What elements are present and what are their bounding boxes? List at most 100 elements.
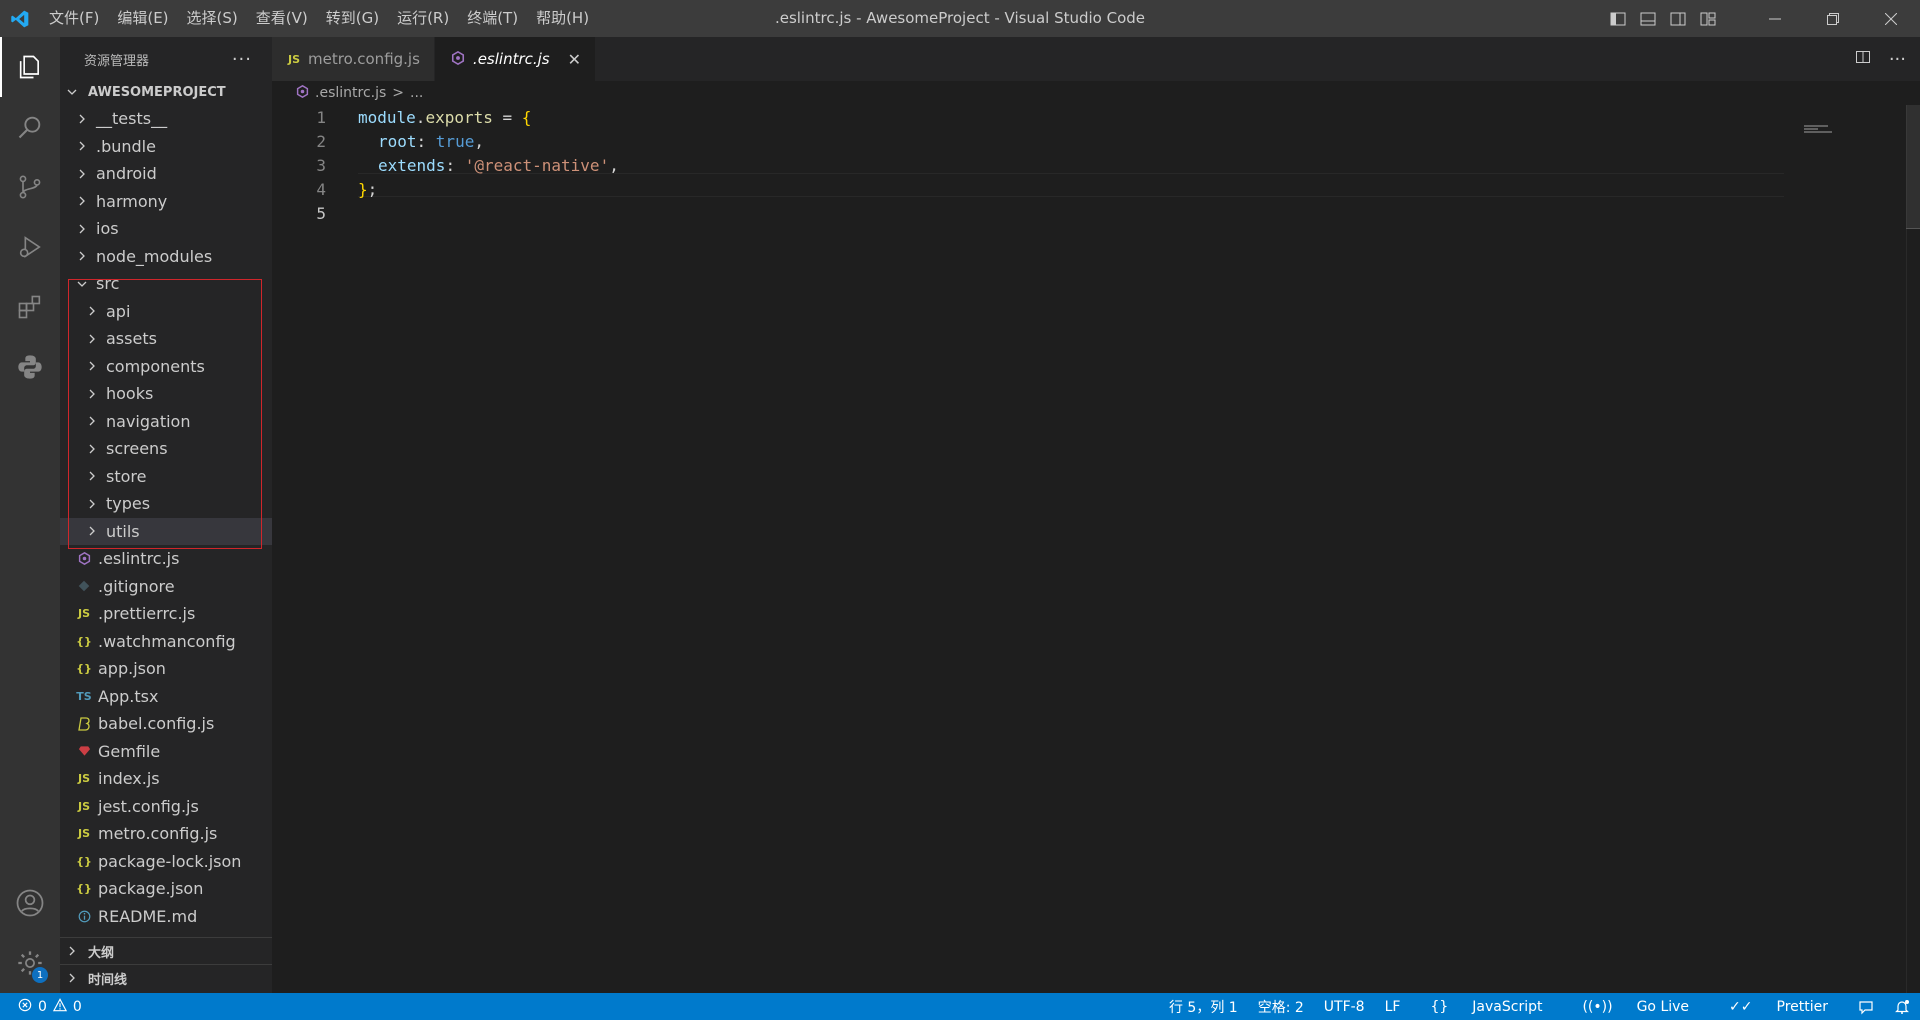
tree-folder[interactable]: components	[60, 353, 272, 381]
menu-terminal[interactable]: 终端(T)	[458, 0, 527, 37]
activity-bar: 1	[0, 37, 60, 993]
tree-folder[interactable]: navigation	[60, 408, 272, 436]
tree-file[interactable]: JS jest.config.js	[60, 793, 272, 821]
close-tab-icon[interactable]: ✕	[568, 50, 581, 69]
editor-tabs: JS metro.config.js .eslintrc.js ✕ ···	[272, 37, 1920, 81]
tree-file[interactable]: JS metro.config.js	[60, 820, 272, 848]
tree-folder[interactable]: android	[60, 160, 272, 188]
python-icon[interactable]	[0, 337, 60, 397]
chevron-right-icon	[74, 248, 90, 264]
encoding[interactable]: UTF-8	[1314, 999, 1375, 1015]
vscode-logo-icon	[0, 0, 40, 37]
minimize-button[interactable]	[1746, 0, 1804, 37]
tree-file[interactable]: JS index.js	[60, 765, 272, 793]
manage-gear-icon[interactable]: 1	[0, 933, 60, 993]
menu-selection[interactable]: 选择(S)	[178, 0, 247, 37]
tree-file[interactable]: {} package.json	[60, 875, 272, 903]
json-icon: {}	[76, 662, 92, 676]
menu-go[interactable]: 转到(G)	[317, 0, 388, 37]
run-debug-icon[interactable]	[0, 217, 60, 277]
chevron-down-icon	[74, 276, 90, 292]
close-window-button[interactable]	[1862, 0, 1920, 37]
minimap[interactable]	[1784, 105, 1920, 165]
more-actions-icon[interactable]: ···	[1889, 49, 1906, 70]
explorer-icon[interactable]	[0, 37, 60, 97]
tree-folder[interactable]: assets	[60, 325, 272, 353]
tree-item-label: index.js	[98, 769, 160, 789]
chevron-right-icon	[84, 468, 100, 484]
toggle-panel-icon[interactable]	[1640, 11, 1656, 27]
menu-edit[interactable]: 编辑(E)	[108, 0, 177, 37]
source-control-icon[interactable]	[0, 157, 60, 217]
toggle-primary-sidebar-icon[interactable]	[1610, 11, 1626, 27]
tree-file[interactable]: .eslintrc.js	[60, 545, 272, 573]
tree-file[interactable]: README.md	[60, 903, 272, 931]
chevron-right-icon	[66, 945, 82, 957]
search-icon[interactable]	[0, 97, 60, 157]
chevron-right-icon	[74, 111, 90, 127]
tree-item-label: __tests__	[96, 109, 168, 129]
customize-layout-icon[interactable]	[1700, 11, 1716, 27]
more-actions-icon[interactable]: ···	[232, 49, 252, 70]
tree-folder[interactable]: api	[60, 298, 272, 326]
tree-file[interactable]: {} app.json	[60, 655, 272, 683]
tree-folder[interactable]: .bundle	[60, 133, 272, 161]
tree-item-label: ios	[96, 219, 119, 239]
language-mode[interactable]: {} JavaScript	[1410, 999, 1562, 1015]
menu-run[interactable]: 运行(R)	[388, 0, 458, 37]
accounts-icon[interactable]	[0, 873, 60, 933]
line-number: 1	[316, 107, 326, 127]
tree-item-label: types	[106, 494, 151, 514]
tree-file[interactable]: .gitignore	[60, 573, 272, 601]
tree-file[interactable]: TS App.tsx	[60, 683, 272, 711]
tree-folder[interactable]: __tests__	[60, 105, 272, 133]
scrollbar-thumb[interactable]	[1906, 105, 1920, 229]
cursor-position[interactable]: 行 5，列 1	[1159, 997, 1248, 1017]
tab-metro-config[interactable]: JS metro.config.js	[272, 37, 435, 81]
json-icon: {}	[76, 882, 92, 896]
menu-help[interactable]: 帮助(H)	[527, 0, 598, 37]
go-live-button[interactable]: ((•)) Go Live	[1562, 999, 1709, 1015]
chevron-down-icon	[66, 86, 82, 98]
chevron-right-icon	[66, 972, 82, 984]
extensions-icon[interactable]	[0, 277, 60, 337]
tree-folder[interactable]: src	[60, 270, 272, 298]
breadcrumb: .eslintrc.js > ...	[272, 81, 1920, 105]
tree-folder[interactable]: harmony	[60, 188, 272, 216]
menu-view[interactable]: 查看(V)	[247, 0, 317, 37]
tree-folder[interactable]: utils	[60, 517, 272, 545]
tree-file[interactable]: Gemfile	[60, 738, 272, 766]
tree-file[interactable]: {} .watchmanconfig	[60, 628, 272, 656]
tree-folder[interactable]: types	[60, 490, 272, 518]
restore-button[interactable]	[1804, 0, 1862, 37]
tree-item-label: package.json	[98, 879, 204, 899]
line-number: 5	[316, 203, 326, 223]
tree-folder[interactable]: screens	[60, 435, 272, 463]
tree-folder[interactable]: ios	[60, 215, 272, 243]
end-of-line[interactable]: LF	[1375, 999, 1411, 1015]
project-root[interactable]: AWESOMEPROJECT	[60, 81, 272, 103]
problems-indicator[interactable]: 0 0	[0, 997, 82, 1016]
tree-file[interactable]: babel.config.js	[60, 710, 272, 738]
tree-folder[interactable]: store	[60, 463, 272, 491]
prettier-status[interactable]: ✓✓ Prettier	[1709, 999, 1848, 1015]
code-editor[interactable]: 1 module.exports = { 2 root: true, 3 ext…	[272, 105, 1832, 225]
tree-folder[interactable]: node_modules	[60, 243, 272, 271]
code-line: 5	[272, 201, 1832, 225]
indentation[interactable]: 空格: 2	[1248, 997, 1314, 1017]
js-icon: JS	[77, 827, 90, 841]
breadcrumb-more[interactable]: ...	[410, 85, 423, 101]
toggle-secondary-sidebar-icon[interactable]	[1670, 11, 1686, 27]
outline-section[interactable]: 大纲	[60, 937, 272, 964]
editor-scrollbar[interactable]	[1906, 105, 1920, 993]
tree-file[interactable]: {} package-lock.json	[60, 848, 272, 876]
feedback-icon[interactable]	[1848, 999, 1884, 1015]
split-editor-icon[interactable]	[1855, 49, 1871, 69]
breadcrumb-file[interactable]: .eslintrc.js	[315, 85, 386, 101]
tab-eslintrc[interactable]: .eslintrc.js ✕	[434, 37, 597, 81]
notifications-bell-icon[interactable]	[1884, 999, 1920, 1015]
tree-file[interactable]: JS .prettierrc.js	[60, 600, 272, 628]
tree-folder[interactable]: hooks	[60, 380, 272, 408]
menu-file[interactable]: 文件(F)	[40, 0, 108, 37]
timeline-section[interactable]: 时间线	[60, 964, 272, 991]
